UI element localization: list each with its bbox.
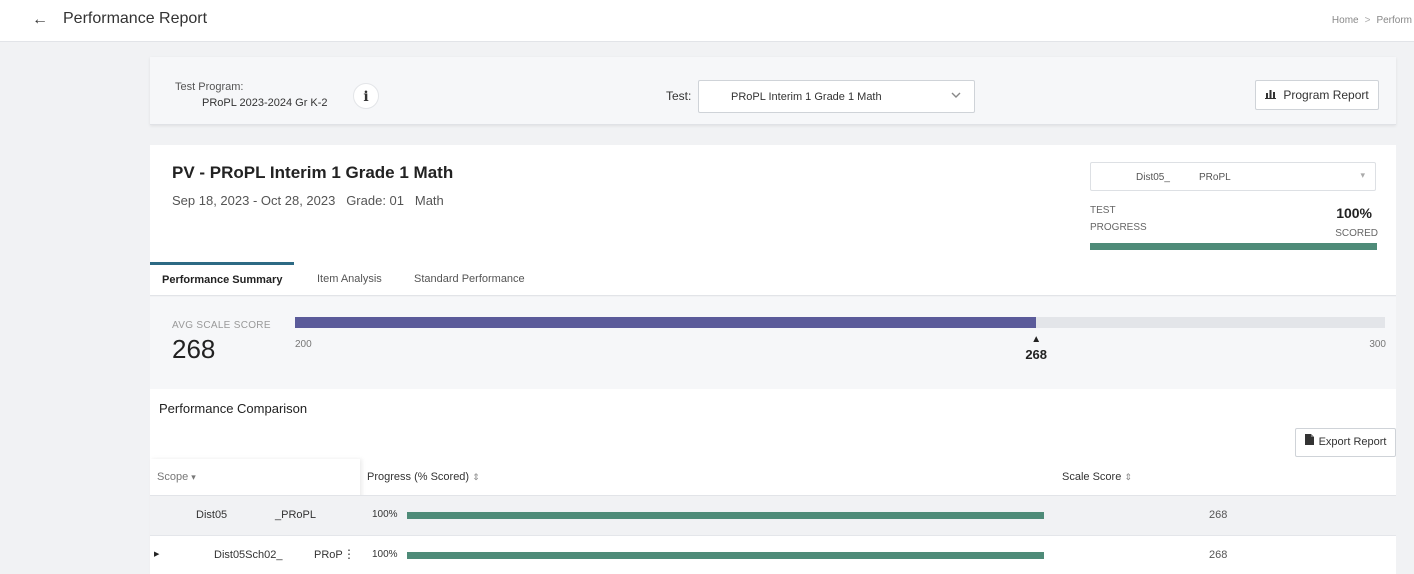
test-progress-percent: 100% <box>1336 205 1372 221</box>
caret-down-icon: ▾ <box>1360 170 1365 180</box>
row-progress-percent: 100% <box>372 549 398 560</box>
sort-icon: ⇕ <box>1124 472 1132 482</box>
column-header-scale-score[interactable]: Scale Score ⇕ <box>1062 471 1132 483</box>
export-report-button[interactable]: Export Report <box>1295 428 1396 457</box>
chevron-down-icon <box>950 89 962 104</box>
report-title: PV - PRoPL Interim 1 Grade 1 Math <box>172 163 454 182</box>
scale-score-marker-value: 268 <box>1025 347 1048 362</box>
kebab-menu-icon[interactable]: ⋮ <box>343 547 355 561</box>
program-report-label: Program Report <box>1283 88 1369 102</box>
info-icon[interactable]: i <box>353 83 379 109</box>
breadcrumb-home[interactable]: Home <box>1332 15 1359 26</box>
row-progress-bar <box>407 552 1044 559</box>
test-select[interactable]: PRoPL Interim 1 Grade 1 Math <box>698 80 975 113</box>
back-arrow-icon[interactable]: ← <box>32 10 52 30</box>
row-scale-score: 268 <box>1209 549 1228 561</box>
avg-scale-score-value: 268 <box>172 334 216 364</box>
test-progress-fill <box>1090 243 1377 250</box>
report-grade: Grade: 01 <box>346 193 405 208</box>
test-program-card: Test Program: PRoPL 2023-2024 Gr K-2 i T… <box>150 57 1396 125</box>
column-header-scope[interactable]: Scope ▾ <box>157 471 196 483</box>
test-progress-bar <box>1090 243 1377 250</box>
row-progress-fill <box>407 552 1044 559</box>
tab-standard-performance[interactable]: Standard Performance <box>402 262 537 296</box>
scale-score-min: 200 <box>295 339 312 350</box>
test-program-value: PRoPL 2023-2024 Gr K-2 <box>202 97 328 109</box>
performance-comparison-section: Performance Comparison Export Report Sco… <box>150 389 1396 574</box>
report-subject: Math <box>414 193 444 208</box>
scale-score-fill <box>295 317 1037 328</box>
chart-icon <box>1265 90 1279 102</box>
breadcrumb-current: Perform <box>1376 15 1412 26</box>
program-report-button[interactable]: Program Report <box>1255 80 1379 110</box>
column-header-scale-label: Scale Score <box>1062 471 1122 483</box>
row-scope-name-suffix: _PRoPL <box>275 509 316 521</box>
caret-down-icon: ▾ <box>191 472 196 482</box>
report-tabs: Performance Summary Item Analysis Standa… <box>150 262 1396 296</box>
test-select-value: PRoPL Interim 1 Grade 1 Math <box>731 91 882 103</box>
expand-arrow-icon[interactable]: ▶ <box>154 550 159 558</box>
file-icon <box>1304 434 1317 448</box>
scope-select-value-1: Dist05_ <box>1136 172 1170 183</box>
avg-scale-score-label: AVG SCALE SCORE <box>172 320 271 331</box>
scope-select[interactable]: Dist05_ PRoPL ▾ <box>1090 162 1376 191</box>
breadcrumb: Home > Perform <box>1332 15 1412 26</box>
row-progress-percent: 100% <box>372 509 398 520</box>
column-header-progress-label: Progress (% Scored) <box>367 471 470 483</box>
top-bar: ← Performance Report Home > Perform <box>0 0 1414 42</box>
sort-icon: ⇕ <box>472 472 480 482</box>
row-scale-score: 268 <box>1209 509 1228 521</box>
report-subtitle: Sep 18, 2023 - Oct 28, 2023 Grade: 01 Ma… <box>172 193 444 208</box>
avg-scale-score-section: AVG SCALE SCORE 268 200 300 ▲ 268 <box>150 297 1396 389</box>
table-row[interactable]: ▶ Dist05Sch02_ PRoP ⋮ 100% 268 <box>150 535 1396 574</box>
row-progress-bar <box>407 512 1044 519</box>
tab-performance-summary[interactable]: Performance Summary <box>150 262 295 296</box>
test-progress-label-2: PROGRESS <box>1090 222 1147 233</box>
row-scope-name: Dist05 <box>196 509 228 521</box>
performance-comparison-title: Performance Comparison <box>159 401 308 416</box>
table-row[interactable]: Dist05 _PRoPL 100% 268 <box>150 496 1396 535</box>
page-title: Performance Report <box>63 10 208 27</box>
row-scope-name: Dist05Sch02_ <box>214 549 283 561</box>
marker-triangle-icon: ▲ <box>1031 334 1042 345</box>
report-dates: Sep 18, 2023 - Oct 28, 2023 <box>172 193 336 208</box>
test-label: Test: <box>666 89 692 103</box>
scale-score-track <box>295 317 1385 328</box>
scale-score-max: 300 <box>1369 339 1386 350</box>
scale-score-marker: ▲ 268 <box>1021 334 1051 363</box>
breadcrumb-separator-icon: > <box>1364 15 1371 26</box>
column-header-scope-label: Scope <box>157 471 189 483</box>
test-program-label: Test Program: <box>175 81 244 93</box>
row-scope-name-suffix: PRoP <box>314 549 343 561</box>
tab-item-analysis[interactable]: Item Analysis <box>305 262 394 296</box>
column-header-progress[interactable]: Progress (% Scored) ⇕ <box>367 471 480 483</box>
export-report-label: Export Report <box>1318 436 1387 448</box>
scope-select-value-2: PRoPL <box>1199 172 1231 183</box>
row-progress-fill <box>407 512 1044 519</box>
test-progress-label: TEST <box>1090 205 1116 216</box>
test-progress-scored: SCORED <box>1335 228 1378 239</box>
